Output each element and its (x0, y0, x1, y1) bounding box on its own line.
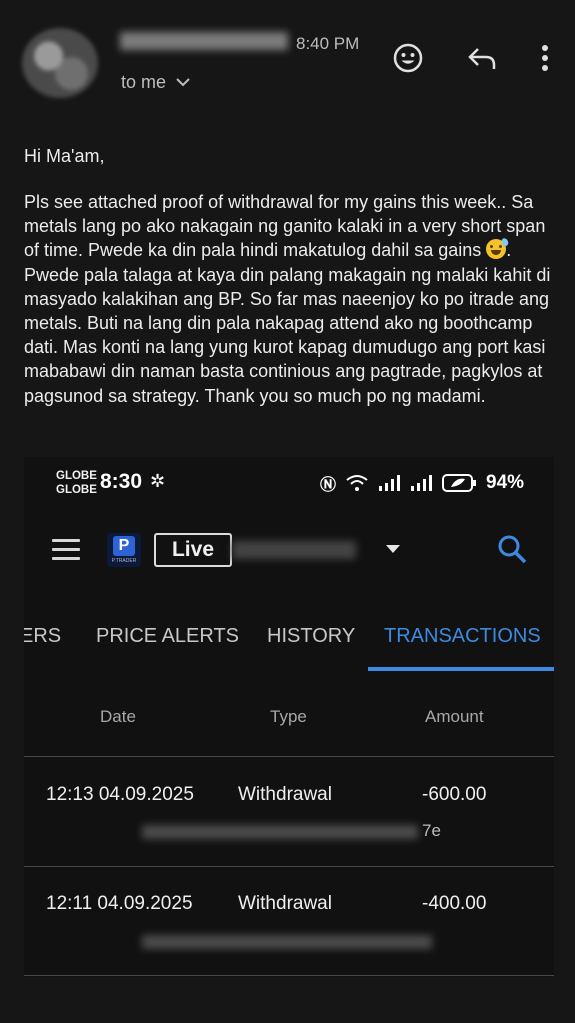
email-body-part1: Pls see attached proof of withdrawal for… (24, 192, 546, 261)
row-reference-redacted (142, 825, 418, 839)
column-header-type: Type (270, 707, 307, 726)
nfc-icon: Ⓝ (320, 477, 337, 494)
wifi-icon (346, 475, 368, 491)
carrier-labels: GLOBE GLOBE (56, 469, 97, 497)
tab-history[interactable]: HISTORY (267, 625, 355, 648)
status-icons: Ⓝ 94% (320, 471, 524, 495)
sweat-smile-emoji-icon (486, 237, 510, 260)
account-dropdown-caret-icon[interactable] (386, 545, 400, 553)
attached-screenshot[interactable]: GLOBE GLOBE 8:30 ✲ Ⓝ 94% P P.TRADER Live… (24, 457, 554, 977)
signal-icon-2 (411, 475, 433, 491)
emoji-react-button[interactable] (390, 40, 426, 76)
battery-percent: 94% (486, 472, 525, 493)
logo-subtitle: P.TRADER (111, 558, 137, 564)
email-greeting: Hi Ma'am, (24, 146, 105, 166)
logo-letter: P (113, 536, 135, 556)
row-date: 12:11 04.09.2025 (46, 893, 193, 914)
column-header-amount: Amount (425, 707, 484, 726)
active-tab-indicator (368, 667, 554, 671)
carrier-1: GLOBE (56, 470, 97, 482)
row-amount: -600.00 (422, 784, 487, 805)
row-date: 12:13 04.09.2025 (46, 784, 194, 805)
reply-button[interactable] (464, 40, 500, 76)
column-header-date: Date (100, 707, 136, 726)
account-mode-badge[interactable]: Live (154, 533, 232, 567)
tab-bar: ERS PRICE ALERTS HISTORY TRANSACTIONS (24, 619, 554, 675)
email-body: Pls see attached proof of withdrawal for… (24, 190, 559, 408)
emoji-icon (393, 43, 423, 73)
reply-icon (468, 48, 496, 69)
carrier-2: GLOBE (56, 484, 97, 496)
recipient-details-toggle[interactable]: to me (121, 72, 190, 93)
tab-price-alerts[interactable]: PRICE ALERTS (96, 625, 239, 648)
more-options-button[interactable] (527, 40, 563, 76)
battery-icon (442, 474, 477, 492)
row-reference-redacted (142, 935, 432, 949)
row-divider (24, 975, 554, 976)
hamburger-menu-icon[interactable] (52, 539, 80, 560)
search-icon[interactable] (496, 533, 528, 565)
sender-avatar[interactable] (22, 28, 98, 98)
recipient-label: to me (121, 72, 167, 92)
account-id-redacted (232, 541, 356, 559)
signal-icon (379, 475, 401, 491)
tab-orders[interactable]: ERS (24, 625, 61, 648)
email-body-part2: . Pwede pala talaga at kaya din palang m… (24, 240, 551, 406)
tab-transactions[interactable]: TRANSACTIONS (384, 625, 541, 648)
row-amount: -400.00 (422, 893, 487, 914)
settings-gear-icon: ✲ (150, 471, 166, 491)
row-reference-tail: 7e (422, 821, 441, 840)
sender-name-redacted (120, 32, 288, 50)
status-time: 8:30 (100, 470, 143, 493)
row-divider (24, 866, 554, 867)
email-time: 8:40 PM (296, 34, 360, 53)
app-logo: P P.TRADER (107, 533, 141, 567)
header-divider (24, 756, 554, 757)
chevron-down-icon (176, 78, 190, 87)
row-type: Withdrawal (238, 784, 332, 805)
row-type: Withdrawal (238, 893, 332, 914)
more-vert-icon (542, 45, 548, 71)
